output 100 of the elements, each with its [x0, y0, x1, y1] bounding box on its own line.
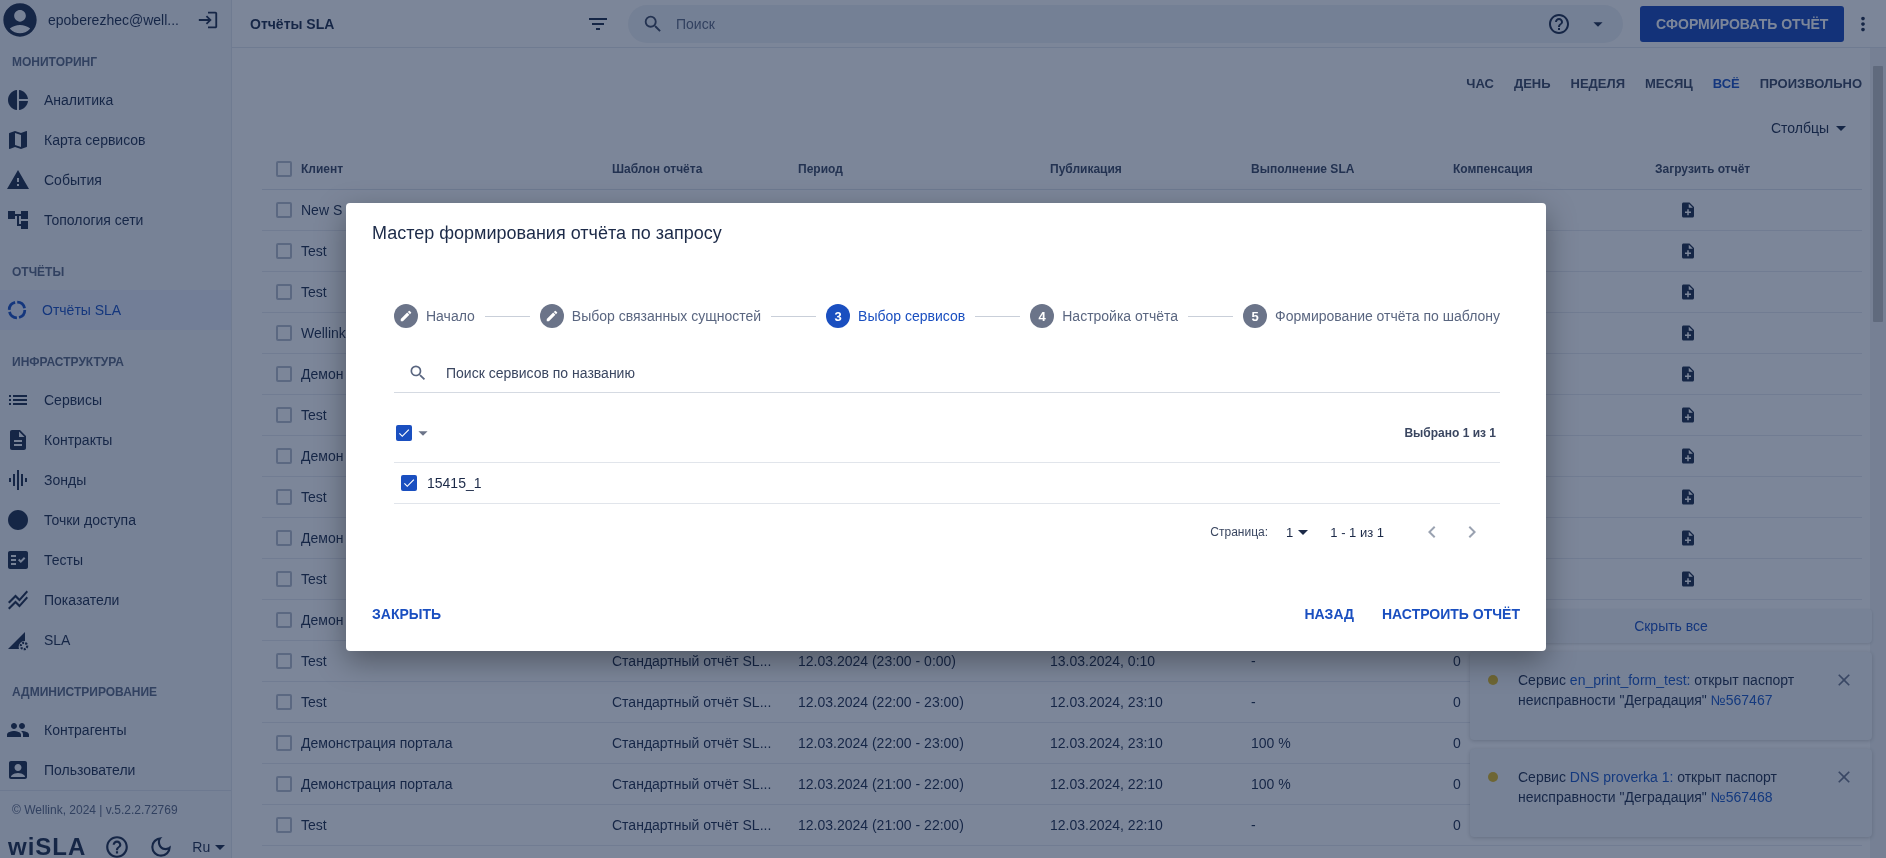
notification-link[interactable]: DNS proverka 1:: [1569, 769, 1674, 785]
nav-item[interactable]: Показатели: [0, 580, 231, 620]
file-plus-icon[interactable]: [1679, 447, 1697, 465]
logo: wiSLA: [7, 833, 87, 858]
notification-text: Сервис en_print_form_test: открыт паспорт неисправности "Деградация" №567467: [1517, 671, 1796, 710]
checkbox[interactable]: [276, 407, 292, 423]
file-plus-icon[interactable]: [1679, 570, 1697, 588]
table-cell: Стандартный отчёт SL...: [612, 653, 772, 669]
create-report-button[interactable]: СФОРМИРОВАТЬ ОТЧЁТ: [1640, 5, 1845, 42]
status-dot: [1488, 772, 1498, 782]
table-cell: 0: [1453, 694, 1461, 710]
checkbox[interactable]: [276, 366, 292, 382]
nav-item[interactable]: SLA: [0, 620, 231, 660]
nav-item[interactable]: Тесты: [0, 540, 231, 580]
section-title: ОТЧЁТЫ: [11, 264, 66, 281]
period-tab[interactable]: ВСЁ: [1712, 71, 1740, 95]
nav-item[interactable]: События: [0, 160, 231, 200]
table-cell: 0: [1453, 817, 1461, 833]
table-cell: 12.03.2024 (23:00 - 0:00): [798, 653, 956, 669]
table-cell: Стандартный отчёт SL...: [612, 694, 772, 710]
column-header: Шаблон отчёта: [612, 161, 703, 176]
file-plus-icon[interactable]: [1679, 365, 1697, 383]
table-cell: 12.03.2024 (21:00 - 22:00): [798, 776, 964, 792]
checkbox[interactable]: [276, 612, 292, 628]
columns-dropdown[interactable]: Столбцы: [1764, 116, 1852, 140]
notification-link[interactable]: №567467: [1710, 692, 1773, 708]
file-plus-icon[interactable]: [1679, 201, 1697, 219]
nav-item[interactable]: Отчёты SLA: [0, 290, 231, 330]
search-field[interactable]: Поиск: [674, 14, 1537, 33]
table-cell: 0: [1453, 735, 1461, 751]
table-cell: -: [1251, 694, 1256, 710]
hierarchy-icon: [6, 208, 30, 232]
nav-item[interactable]: Аналитика: [0, 80, 231, 120]
file-plus-icon[interactable]: [1679, 242, 1697, 260]
file-plus-icon[interactable]: [1679, 283, 1697, 301]
logout-icon[interactable]: [197, 9, 219, 31]
period-tab[interactable]: НЕДЕЛЯ: [1570, 71, 1625, 95]
checkbox[interactable]: [276, 776, 292, 792]
nav-item[interactable]: Пользователи: [0, 750, 231, 790]
nav-item[interactable]: Зонды: [0, 460, 231, 500]
nav-item[interactable]: Контракты: [0, 420, 231, 460]
service-name: 15415_1: [427, 475, 482, 491]
scrollbar[interactable]: [1870, 48, 1886, 858]
user-name: epoberezhec@well...: [48, 12, 180, 28]
file-plus-icon[interactable]: [1679, 324, 1697, 342]
language-select[interactable]: Ru: [192, 839, 226, 855]
checkbox[interactable]: [276, 202, 292, 218]
checkbox[interactable]: [276, 489, 292, 505]
table-cell: 12.03.2024 (22:00 - 23:00): [798, 694, 964, 710]
file-plus-icon[interactable]: [1679, 529, 1697, 547]
table-cell: Test: [301, 653, 327, 669]
notification-link[interactable]: №567468: [1710, 789, 1773, 805]
search-bar[interactable]: Поиск: [628, 4, 1623, 43]
checkbox[interactable]: [396, 424, 412, 441]
table-cell: Test: [301, 817, 327, 833]
checkbox[interactable]: [276, 284, 292, 300]
nav-item[interactable]: Точки доступа: [0, 500, 231, 540]
table-cell: 0: [1453, 776, 1461, 792]
checkbox[interactable]: [276, 694, 292, 710]
page-range: 1 - 1 из 1: [1330, 524, 1384, 540]
checkbox[interactable]: [276, 817, 292, 833]
notification-link[interactable]: en_print_form_test:: [1569, 672, 1691, 688]
table-cell: Test: [301, 489, 327, 505]
help-icon[interactable]: [1547, 11, 1571, 36]
checkbox[interactable]: [276, 243, 292, 259]
table-cell: Test: [301, 694, 327, 710]
table-cell: 12.03.2024 (22:00 - 23:00): [798, 735, 964, 751]
selection-count: Выбрано 1 из 1: [1404, 425, 1497, 440]
file-plus-icon[interactable]: [1679, 488, 1697, 506]
nav-item[interactable]: Топология сети: [0, 200, 231, 240]
nav-item[interactable]: Контрагенты: [0, 710, 231, 750]
back-button[interactable]: НАЗАД: [1294, 598, 1364, 630]
table-cell: 100 %: [1251, 776, 1291, 792]
nav-item[interactable]: Сервисы: [0, 380, 231, 420]
period-tab[interactable]: ДЕНЬ: [1513, 71, 1551, 95]
table-cell: 12.03.2024, 22:10: [1050, 817, 1163, 833]
step-number: 5: [1243, 304, 1268, 328]
period-tab[interactable]: МЕСЯЦ: [1645, 71, 1693, 95]
section-title: ИНФРАСТРУКТУРА: [11, 354, 125, 371]
file-plus-icon[interactable]: [1679, 406, 1697, 424]
checkbox[interactable]: [276, 735, 292, 751]
checkbox[interactable]: [276, 325, 292, 341]
period-tab[interactable]: ЧАС: [1466, 71, 1494, 95]
checkbox[interactable]: [276, 653, 292, 669]
page-select[interactable]: 1: [1286, 524, 1309, 540]
close-button[interactable]: ЗАКРЫТЬ: [362, 598, 452, 630]
table-cell: Test: [301, 571, 327, 587]
checkbox[interactable]: [276, 160, 292, 177]
checkbox[interactable]: [276, 530, 292, 546]
table-cell: Демон: [301, 448, 344, 464]
checkbox[interactable]: [276, 448, 292, 464]
checkbox[interactable]: [276, 571, 292, 587]
nav-item[interactable]: Карта сервисов: [0, 120, 231, 160]
period-tab[interactable]: ПРОИЗВОЛЬНО: [1759, 71, 1862, 95]
table-cell: Демон: [301, 530, 344, 546]
contact-card-icon: [6, 758, 30, 782]
table-cell: Test: [301, 284, 327, 300]
checkbox[interactable]: [401, 475, 417, 491]
step-number: 4: [1030, 304, 1055, 328]
help-icon[interactable]: [104, 834, 131, 858]
